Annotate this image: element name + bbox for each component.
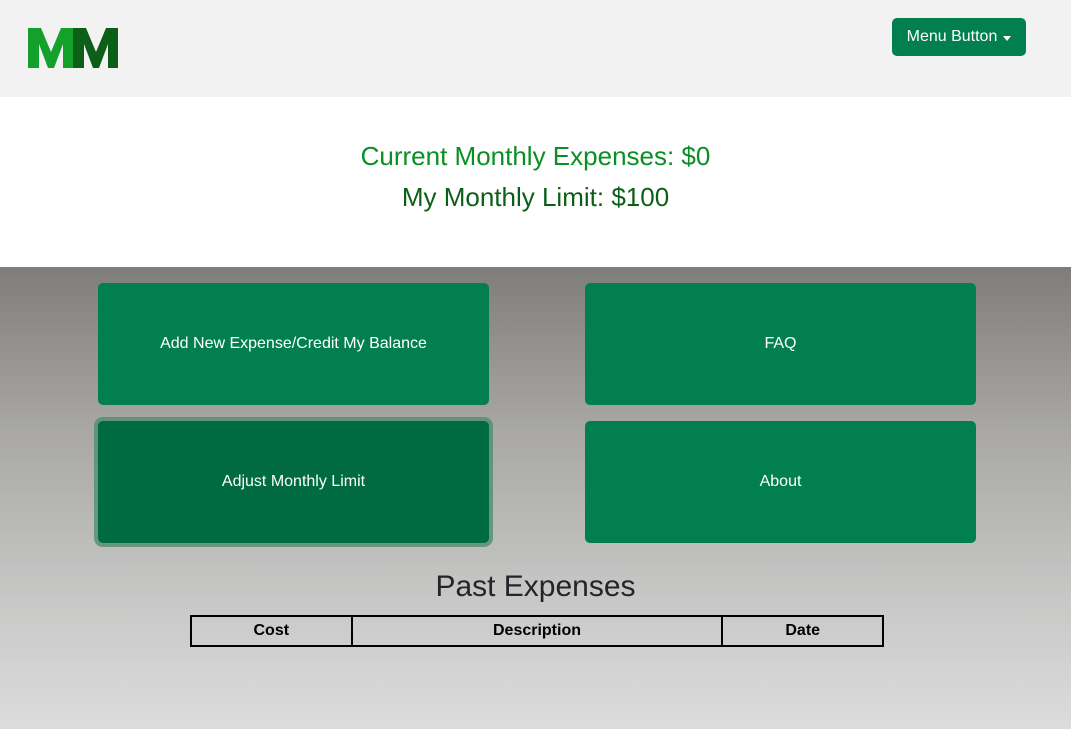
monthly-limit-text: My Monthly Limit: $100 bbox=[401, 182, 670, 212]
navbar: Menu Button bbox=[0, 0, 1071, 97]
column-header-date: Date bbox=[721, 615, 884, 647]
menu-button-label: Menu Button bbox=[906, 28, 998, 45]
past-expenses-table: Cost Description Date bbox=[190, 615, 884, 647]
main-panel: Add New Expense/Credit My Balance FAQ Ad… bbox=[0, 267, 1071, 729]
column-header-cost: Cost bbox=[190, 615, 353, 647]
current-expenses-text: Current Monthly Expenses: $0 bbox=[360, 141, 711, 171]
caret-down-icon bbox=[1003, 35, 1012, 41]
logo-left-m bbox=[28, 28, 73, 68]
logo-right-m bbox=[73, 28, 118, 68]
past-expenses-title: Past Expenses bbox=[435, 570, 636, 603]
about-button[interactable]: About bbox=[585, 421, 976, 543]
adjust-limit-button[interactable]: Adjust Monthly Limit bbox=[98, 421, 489, 543]
column-header-description: Description bbox=[350, 615, 724, 647]
add-expense-button[interactable]: Add New Expense/Credit My Balance bbox=[98, 283, 489, 405]
table-header-row: Cost Description Date bbox=[190, 615, 884, 647]
faq-button[interactable]: FAQ bbox=[585, 283, 976, 405]
balance-summary: Current Monthly Expenses: $0 My Monthly … bbox=[0, 97, 1071, 267]
menu-button[interactable]: Menu Button bbox=[892, 18, 1026, 56]
app-logo[interactable] bbox=[28, 28, 118, 68]
